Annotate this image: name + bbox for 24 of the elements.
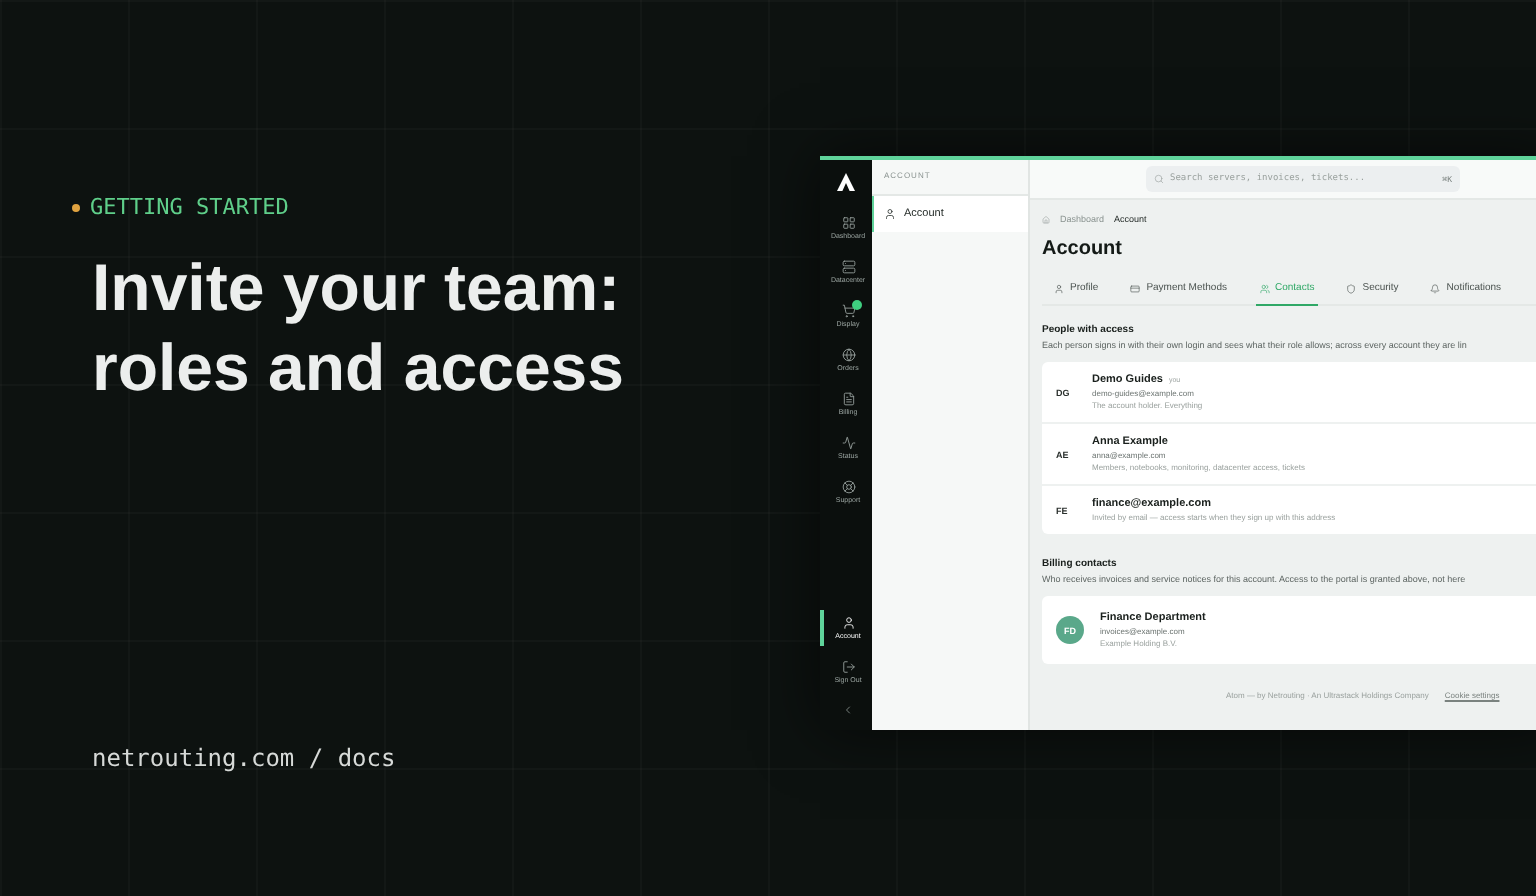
eyebrow-label: GETTING STARTED (90, 194, 289, 220)
globe-icon (841, 348, 855, 362)
docs-url: netrouting.com / docs (92, 744, 398, 772)
page-title: Account (1042, 238, 1124, 260)
grid-icon (841, 216, 855, 230)
bell-icon (1430, 283, 1441, 293)
user-icon (1054, 283, 1064, 293)
users-icon (1259, 283, 1269, 293)
user-icon (841, 616, 855, 630)
home-icon (1042, 215, 1050, 223)
logo-icon (836, 172, 856, 192)
cart-icon (841, 304, 855, 318)
lifebuoy-icon (841, 480, 855, 494)
headline: Invite your team: roles and access (92, 248, 626, 408)
card-icon (1130, 283, 1141, 293)
bullet-dot (72, 203, 80, 211)
sign-out-icon (841, 660, 855, 674)
collapse-chevron-icon[interactable] (842, 704, 854, 716)
document-icon (841, 392, 855, 406)
search-icon (1154, 174, 1164, 184)
pulse-icon (841, 436, 855, 450)
shield-icon (1346, 283, 1357, 293)
server-icon (841, 260, 855, 274)
user-icon (884, 208, 896, 220)
